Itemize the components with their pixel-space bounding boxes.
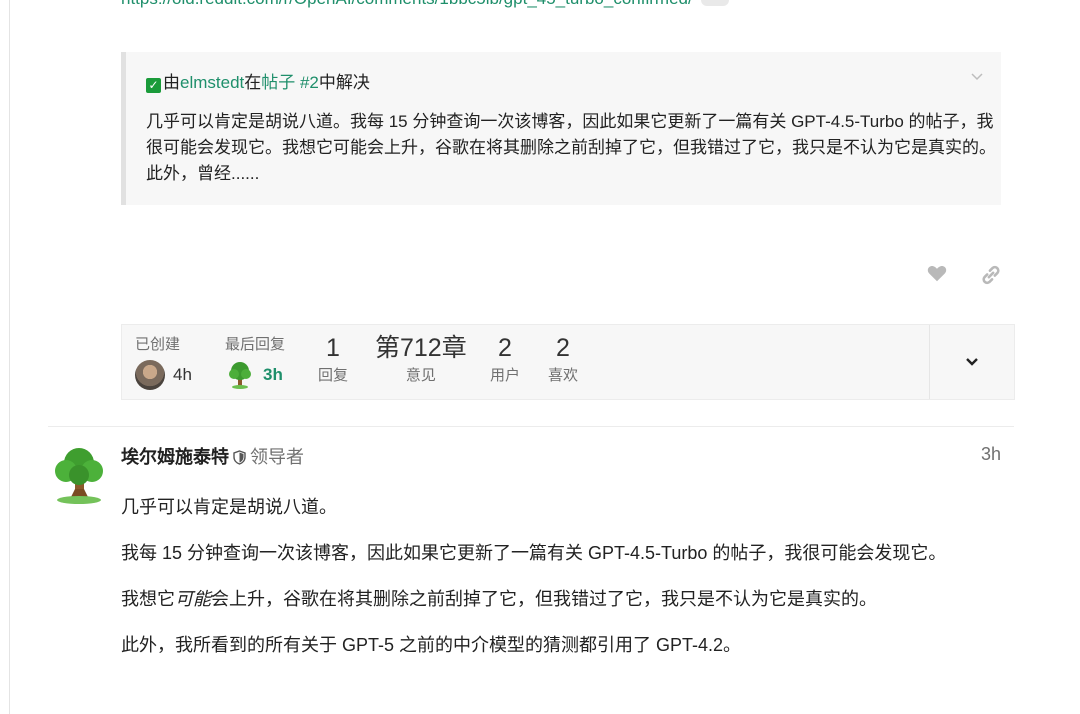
- quote-excerpt: 几乎可以肯定是胡说八道。我每 15 分钟查询一次该博客，因此如果它更新了一篇有关…: [146, 112, 996, 183]
- likes-stat: 2 喜欢: [548, 335, 578, 385]
- views-stat: 第712章 意见: [375, 335, 467, 385]
- avatar[interactable]: [51, 445, 107, 505]
- replies-stat: 1 回复: [318, 335, 348, 385]
- users-label: 用户: [490, 367, 521, 384]
- link-icon[interactable]: [978, 262, 1004, 288]
- post-paragraph: 几乎可以肯定是胡说八道。: [121, 497, 337, 517]
- likes-count: 2: [556, 334, 570, 362]
- paragraph-text: 我想它: [121, 589, 175, 609]
- views-count: 第712章: [375, 334, 467, 362]
- last-reply-block[interactable]: 最后回复 3h: [225, 333, 285, 390]
- users-count: 2: [498, 334, 512, 362]
- replies-count: 1: [326, 334, 340, 362]
- expand-topic-map-button[interactable]: [929, 325, 1014, 399]
- solved-suffix: 中解决: [318, 73, 370, 92]
- post-content: 几乎可以肯定是胡说八道。 我每 15 分钟查询一次该博客，因此如果它更新了一篇有…: [121, 494, 1011, 678]
- solved-in-text: 在: [244, 73, 262, 92]
- views-label: 意见: [405, 367, 436, 384]
- solution-quote: ✓ 由elmstedt在帖子 #2中解决 几乎可以肯定是胡说八道。我每 15 分钟…: [121, 52, 1001, 205]
- chevron-down-icon: [966, 358, 978, 366]
- shield-icon: [233, 449, 246, 470]
- onebox-link-text[interactable]: https://old.reddit.com/r/OpenAI/comments…: [121, 0, 693, 8]
- avatar[interactable]: [135, 360, 165, 390]
- quote-header: ✓ 由elmstedt在帖子 #2中解决: [146, 68, 370, 93]
- left-rule: [9, 0, 10, 714]
- post-date[interactable]: 3h: [981, 444, 1001, 465]
- solved-by-prefix: 由: [163, 73, 180, 92]
- post-paragraph: 我想它可能会上升，谷歌在将其删除之前刮掉了它，但我错过了它，我只是不认为它是真实…: [121, 586, 1011, 612]
- post-divider: [48, 426, 1014, 427]
- username-link[interactable]: 埃尔姆施泰特: [121, 447, 229, 467]
- solution-post-link[interactable]: 帖子 #2: [261, 73, 319, 92]
- users-stat: 2 用户: [490, 335, 520, 385]
- post-paragraph: 我每 15 分钟查询一次该博客，因此如果它更新了一篇有关 GPT-4.5-Tur…: [121, 543, 947, 563]
- post-header: 埃尔姆施泰特 领导者: [121, 443, 304, 470]
- checkbox-icon: ✓: [146, 78, 161, 93]
- last-reply-time: 3h: [263, 365, 283, 384]
- created-time: 4h: [173, 365, 192, 384]
- created-block[interactable]: 已创建 4h: [135, 333, 192, 390]
- created-label: 已创建: [135, 336, 181, 353]
- tree-avatar[interactable]: [225, 360, 255, 390]
- user-title: 领导者: [250, 447, 304, 467]
- post-paragraph: 此外，我所看到的所有关于 GPT-5 之前的中介模型的猜测都引用了 GPT-4.…: [121, 635, 742, 655]
- replies-label: 回复: [318, 367, 349, 384]
- likes-label: 喜欢: [548, 367, 579, 384]
- click-count-badge: [700, 0, 729, 6]
- topic-map: 已创建 4h 最后回复 3h 1 回复 第712章 意见 2 用户 2 喜欢: [121, 324, 1015, 400]
- solver-username-link[interactable]: elmstedt: [180, 73, 244, 92]
- chevron-down-icon[interactable]: [971, 68, 983, 84]
- last-reply-label: 最后回复: [225, 336, 286, 353]
- paragraph-text: 会上升，谷歌在将其删除之前刮掉了它，但我错过了它，我只是不认为它是真实的。: [211, 589, 877, 609]
- emphasis-text: 可能: [175, 589, 211, 609]
- onebox-link[interactable]: https://old.reddit.com/r/OpenAI/comments…: [121, 0, 729, 9]
- heart-icon[interactable]: [926, 262, 948, 284]
